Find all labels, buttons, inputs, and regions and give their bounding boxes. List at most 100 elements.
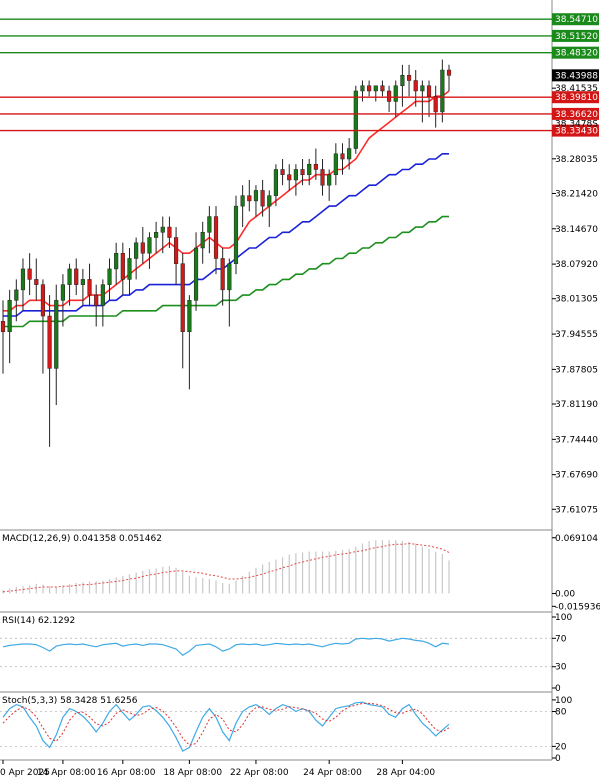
candle-bullish — [347, 148, 352, 160]
candle-bearish — [167, 226, 172, 238]
stoch-tick-label: 0 — [555, 754, 561, 764]
candle-bearish — [87, 279, 92, 296]
price-tick-label: 37.81190 — [555, 400, 598, 410]
candle-bearish — [180, 263, 185, 332]
candle-bullish — [7, 300, 12, 332]
candle-bullish — [233, 205, 239, 264]
candle-bullish — [327, 174, 332, 186]
candle-bullish — [393, 85, 398, 102]
rsi-tick-label: 0 — [555, 684, 561, 694]
candle-bullish — [107, 268, 112, 285]
candle-bearish — [433, 95, 438, 113]
support-label: 38.39810 — [555, 93, 598, 103]
candle-bullish — [333, 153, 338, 175]
price-tick-label: 37.61075 — [555, 505, 598, 515]
time-tick-label: 16 Apr 08:00 — [97, 768, 156, 778]
candle-bullish — [54, 300, 59, 369]
price-tick-label: 38.01305 — [555, 295, 598, 305]
candle-bullish — [60, 284, 65, 301]
candle-bullish — [160, 226, 165, 233]
price-tick-label: 38.41535 — [555, 84, 598, 94]
candle-bullish — [147, 237, 152, 254]
candle-bullish — [14, 289, 19, 301]
candle-bullish — [200, 232, 205, 249]
support-label: 38.36620 — [555, 110, 598, 120]
candle-bearish — [140, 242, 145, 254]
rsi-title: RSI(14) 62.1292 — [2, 616, 75, 626]
time-tick-label: 24 Apr 08:00 — [303, 768, 362, 778]
chart-canvas[interactable]: 38.54710 38.51520 38.48320 38.39810 38.36620… — [0, 0, 600, 780]
candle-bullish — [353, 90, 358, 149]
candle-bullish — [187, 300, 192, 332]
candle-bearish — [260, 190, 265, 207]
candle-bearish — [340, 153, 345, 160]
candle-bearish — [446, 69, 452, 76]
stoch-tick-label: 80 — [555, 708, 567, 718]
resistance-label: 38.51520 — [555, 32, 598, 42]
candle-bullish — [307, 163, 312, 175]
candle-bearish — [94, 294, 99, 306]
candle-bearish — [367, 85, 372, 92]
candle-bearish — [40, 284, 46, 317]
candle-bullish — [400, 75, 405, 86]
candle-bearish — [300, 169, 305, 175]
candle-bearish — [120, 252, 125, 280]
macd-title: MACD(12,26,9) 0.041358 0.051462 — [2, 534, 162, 544]
candle-bearish — [213, 216, 219, 259]
candle-bearish — [313, 163, 318, 170]
price-tick-label: 37.74440 — [555, 435, 598, 445]
price-tick-label-extra: 38.3478S — [555, 120, 598, 130]
price-tick-label: 38.14670 — [555, 225, 598, 235]
candle-bullish — [100, 284, 105, 306]
plot-background — [0, 0, 552, 780]
candle-bearish — [0, 321, 6, 332]
candle-bearish — [426, 85, 432, 97]
time-tick-label: 18 Apr 08:00 — [163, 768, 222, 778]
rsi-tick-label: 70 — [555, 634, 567, 644]
candle-bullish — [240, 195, 245, 207]
trading-chart-window: 38.54710 38.51520 38.48320 38.39810 38.36620… — [0, 0, 600, 780]
candle-bullish — [114, 252, 119, 270]
price-axis: 38.41535 38.28035 38.21420 38.14670 38.07920… — [552, 84, 598, 515]
candle-bearish — [413, 80, 418, 92]
stoch-tick-label: 100 — [555, 696, 572, 706]
time-tick-label: 22 Apr 08:00 — [230, 768, 289, 778]
candle-bullish — [207, 216, 212, 233]
macd-tick-label: 0.00 — [555, 589, 575, 599]
price-tick-label: 37.94555 — [555, 330, 598, 340]
candle-bullish — [267, 195, 272, 207]
candle-bearish — [220, 258, 225, 291]
time-tick-label: 14 Apr 08:00 — [37, 768, 96, 778]
candle-bullish — [253, 190, 259, 202]
candle-bullish — [193, 247, 199, 301]
candle-bearish — [47, 315, 52, 369]
candle-bearish — [27, 268, 32, 280]
candle-bullish — [420, 85, 425, 92]
price-tick-label: 37.87805 — [555, 365, 598, 375]
resistance-label: 38.48320 — [555, 49, 598, 59]
candle-bullish — [154, 232, 159, 238]
stoch-tick-label: 20 — [555, 742, 567, 752]
candle-bearish — [320, 169, 325, 186]
rsi-tick-label: 30 — [555, 663, 567, 673]
candle-bullish — [360, 85, 365, 92]
candle-bearish — [247, 195, 252, 202]
price-tick-label: 38.07920 — [555, 260, 598, 270]
candle-bearish — [280, 169, 285, 175]
stoch-title: Stoch(5,3,3) 58.3428 51.6256 — [2, 696, 138, 706]
candle-bearish — [287, 174, 292, 181]
candle-bearish — [406, 75, 412, 81]
time-tick-label: 28 Apr 04:00 — [376, 768, 435, 778]
rsi-tick-label: 100 — [555, 613, 572, 623]
candle-bullish — [227, 263, 232, 291]
candle-bearish — [173, 237, 179, 264]
price-tick-label: 37.67690 — [555, 471, 598, 481]
macd-tick-label: 0.069104 — [555, 534, 598, 544]
candle-bullish — [440, 69, 445, 113]
candle-bearish — [74, 268, 79, 285]
candle-bearish — [380, 85, 385, 92]
price-tick-label: 38.21420 — [555, 189, 598, 199]
candle-bullish — [80, 279, 85, 285]
resistance-label: 38.54710 — [555, 15, 598, 25]
candle-bearish — [387, 90, 392, 102]
